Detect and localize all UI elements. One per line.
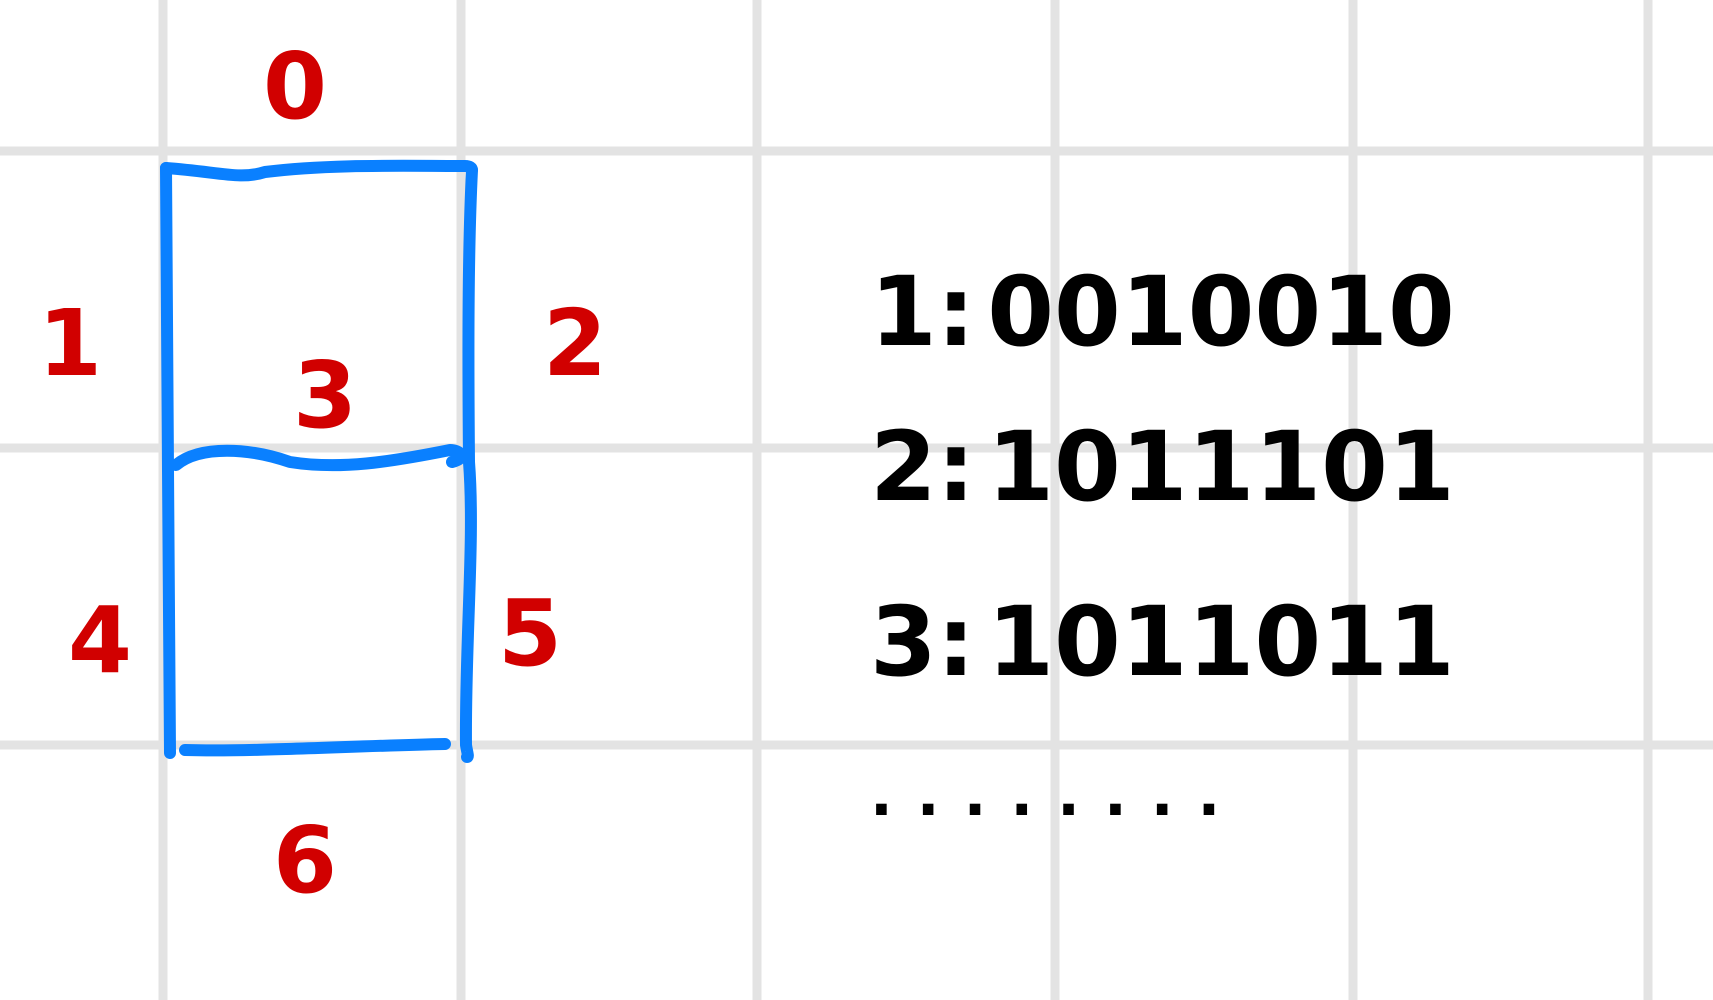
segment-figure bbox=[160, 159, 478, 763]
encoding-bits-1: 0010010 bbox=[987, 256, 1455, 368]
encoding-digit-3: 3 bbox=[870, 586, 937, 698]
encoding-row-1: 1: 0010010 bbox=[870, 256, 1455, 368]
segment-1 bbox=[160, 162, 174, 476]
segment-label-1: 1 bbox=[38, 290, 102, 397]
encoding-row-2: 2: 1011101 bbox=[870, 411, 1455, 523]
encoding-bits-3: 1011011 bbox=[987, 586, 1455, 698]
segment-label-0: 0 bbox=[263, 33, 327, 140]
segment-label-6: 6 bbox=[273, 807, 337, 914]
encoding-colon: : bbox=[937, 256, 975, 368]
encoding-colon: : bbox=[937, 411, 975, 523]
encoding-digit-1: 1 bbox=[870, 256, 937, 368]
encoding-digit-2: 2 bbox=[870, 411, 937, 523]
grid bbox=[0, 0, 1713, 1000]
segment-0 bbox=[160, 159, 478, 182]
encoding-row-3: 3: 1011011 bbox=[870, 586, 1455, 698]
segment-label-5: 5 bbox=[498, 580, 562, 687]
encoding-bits-2: 1011101 bbox=[987, 411, 1455, 523]
segment-4 bbox=[162, 464, 176, 759]
segment-2 bbox=[462, 164, 478, 468]
encoding-ellipsis: ........ bbox=[870, 760, 1244, 830]
seven-segment-diagram: 0 1 2 3 4 5 6 1: 0010010 2: 1011101 3: 1011… bbox=[0, 0, 1713, 1000]
segment-6 bbox=[179, 738, 451, 757]
segment-label-3: 3 bbox=[293, 342, 357, 449]
segment-5 bbox=[459, 456, 477, 763]
segment-label-2: 2 bbox=[543, 290, 607, 397]
segment-label-4: 4 bbox=[68, 587, 132, 694]
encoding-colon: : bbox=[937, 586, 975, 698]
